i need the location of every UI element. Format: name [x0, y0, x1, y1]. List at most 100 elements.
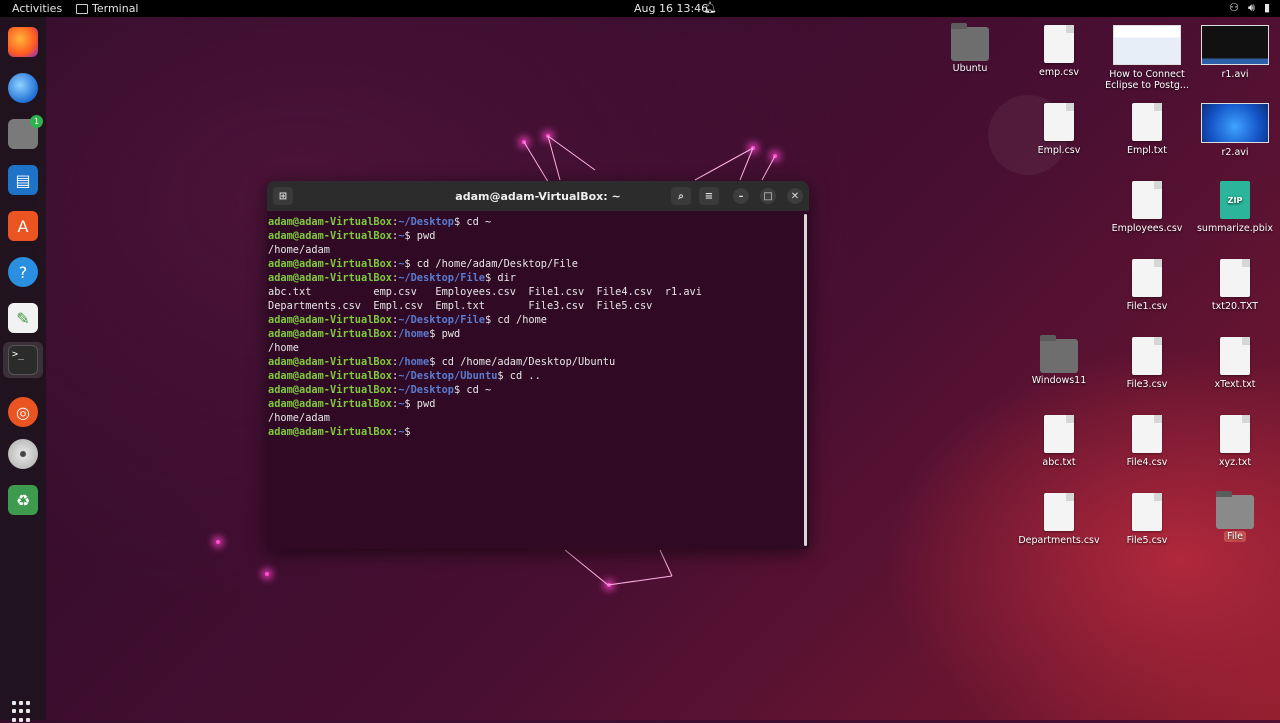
desktop-icon[interactable]: Employees.csv [1104, 181, 1190, 234]
terminal-line: /home/adam [268, 243, 800, 257]
text-editor-icon[interactable]: ✎ [8, 303, 38, 333]
ubuntu-icon[interactable]: ◎ [8, 397, 38, 427]
app-menu[interactable]: Terminal [76, 2, 139, 15]
terminal-line: adam@adam-VirtualBox:/home$ pwd [268, 327, 800, 341]
terminal-line: adam@adam-VirtualBox:~/Desktop$ cd ~ [268, 383, 800, 397]
terminal-line: adam@adam-VirtualBox:/home$ cd /home/ada… [268, 355, 800, 369]
document-icon [1132, 415, 1162, 453]
desktop-icon-label: Ubuntu [952, 63, 988, 74]
zip-icon: ZIP [1220, 181, 1250, 219]
terminal-titlebar[interactable]: ⊞ adam@adam-VirtualBox: ~ ⌕ ≡ – □ ✕ [267, 181, 809, 211]
desktop-icon-label: Departments.csv [1018, 535, 1100, 546]
desktop-icon-label: r2.avi [1221, 147, 1249, 158]
app-name: Terminal [92, 2, 139, 15]
desktop-icon-label: File3.csv [1126, 379, 1168, 390]
help-icon[interactable]: ? [8, 257, 38, 287]
command-text: $ pwd [429, 328, 461, 340]
desktop-icon-label: Windows11 [1031, 375, 1087, 386]
terminal-line: adam@adam-VirtualBox:~$ [268, 425, 800, 439]
video-thumbnail-icon [1201, 25, 1269, 65]
terminal-line: Departments.csv Empl.csv Empl.txt File3.… [268, 299, 800, 313]
desktop-icon[interactable]: Empl.csv [1016, 103, 1102, 156]
desktop-icon-label: txt20.TXT [1211, 301, 1259, 312]
document-icon [1220, 259, 1250, 297]
desktop-icon-label: r1.avi [1221, 69, 1249, 80]
desktop-icon-label: Employees.csv [1111, 223, 1183, 234]
terminal-scrollbar[interactable] [804, 214, 807, 546]
desktop-icon[interactable]: File3.csv [1104, 337, 1190, 390]
command-text: $ cd ~ [454, 384, 492, 396]
desktop-icon[interactable]: r1.avi [1192, 25, 1278, 80]
mail-icon[interactable] [8, 73, 38, 103]
desktop-icon[interactable]: Departments.csv [1016, 493, 1102, 546]
folder-icon [951, 23, 989, 61]
desktop-icon[interactable]: r2.avi [1192, 103, 1278, 158]
desktop-icon[interactable]: File5.csv [1104, 493, 1190, 546]
desktop-icon[interactable]: Empl.txt [1104, 103, 1190, 156]
desktop-icon[interactable]: Windows11 [1016, 335, 1102, 386]
volume-icon: 🔊︎ [1248, 1, 1255, 14]
firefox-icon[interactable] [8, 27, 38, 57]
system-tray[interactable]: ⚇ 🔊︎ ▮ [1229, 1, 1270, 15]
document-icon [1132, 337, 1162, 375]
terminal-output[interactable]: adam@adam-VirtualBox:~/Desktop$ cd ~ adam… [268, 215, 800, 545]
prompt-path: ~/Desktop [398, 384, 454, 396]
window-title: adam@adam-VirtualBox: ~ [455, 190, 621, 203]
desktop-icon-label: Empl.txt [1126, 145, 1168, 156]
image-thumbnail-icon [1113, 25, 1181, 65]
desktop-icon[interactable]: File [1192, 491, 1278, 542]
activities-button[interactable]: Activities [12, 2, 62, 15]
desktop-icon-label: abc.txt [1042, 457, 1076, 468]
minimize-icon[interactable]: – [733, 188, 749, 204]
search-icon[interactable]: ⌕ [671, 187, 691, 205]
disc-icon[interactable] [8, 439, 38, 469]
prompt-user: adam@adam-VirtualBox [268, 258, 392, 270]
document-icon [1220, 337, 1250, 375]
prompt-path: /home [398, 356, 430, 368]
terminal-line: adam@adam-VirtualBox:~$ pwd [268, 397, 800, 411]
desktop-icon-label: File4.csv [1126, 457, 1168, 468]
maximize-icon[interactable]: □ [760, 188, 776, 204]
desktop-icon[interactable]: xyz.txt [1192, 415, 1278, 468]
output-text: /home/adam [268, 244, 330, 256]
desktop-icon-label: File1.csv [1126, 301, 1168, 312]
writer-icon[interactable]: ▤ [8, 165, 38, 195]
document-icon [1044, 103, 1074, 141]
folder-icon [1216, 491, 1254, 529]
prompt-user: adam@adam-VirtualBox [268, 314, 392, 326]
trash-icon[interactable]: ♻ [8, 485, 38, 515]
desktop-icon[interactable]: xText.txt [1192, 337, 1278, 390]
prompt-user: adam@adam-VirtualBox [268, 370, 392, 382]
desktop-icon[interactable]: txt20.TXT [1192, 259, 1278, 312]
document-icon [1044, 415, 1074, 453]
prompt-user: adam@adam-VirtualBox [268, 426, 392, 438]
prompt-user: adam@adam-VirtualBox [268, 216, 392, 228]
output-text: /home [268, 342, 299, 354]
desktop-icon-label: How to Connect Eclipse to Postg... [1105, 69, 1189, 91]
terminal-icon [76, 3, 88, 14]
close-icon[interactable]: ✕ [787, 188, 803, 204]
document-icon [1132, 493, 1162, 531]
terminal-line: /home/adam [268, 411, 800, 425]
desktop-icon[interactable]: Ubuntu [927, 23, 1013, 74]
desktop-icon[interactable]: How to Connect Eclipse to Postg... [1104, 25, 1190, 91]
command-text: $ pwd [404, 398, 436, 410]
desktop-icon-label: emp.csv [1039, 67, 1079, 78]
prompt-user: adam@adam-VirtualBox [268, 384, 392, 396]
terminal-icon[interactable]: >_ [8, 345, 38, 375]
desktop-icon[interactable]: emp.csv [1016, 25, 1102, 78]
battery-icon: ▮ [1263, 1, 1270, 14]
terminal-line: /home [268, 341, 800, 355]
desktop-icon[interactable]: ZIP summarize.pbix [1192, 181, 1278, 234]
terminal-window[interactable]: ⊞ adam@adam-VirtualBox: ~ ⌕ ≡ – □ ✕ adam… [267, 181, 809, 549]
hamburger-menu-icon[interactable]: ≡ [699, 187, 719, 205]
command-text: $ cd /home/adam/Desktop/Ubuntu [429, 356, 616, 368]
terminal-line: abc.txt emp.csv Employees.csv File1.csv … [268, 285, 800, 299]
software-icon[interactable]: A [8, 211, 38, 241]
prompt-user: adam@adam-VirtualBox [268, 230, 392, 242]
clock[interactable]: Aug 16 13:46 [634, 2, 708, 15]
desktop-icon[interactable]: abc.txt [1016, 415, 1102, 468]
desktop-icon[interactable]: File1.csv [1104, 259, 1190, 312]
files-badge: 1 [30, 115, 43, 128]
desktop-icon[interactable]: File4.csv [1104, 415, 1190, 468]
